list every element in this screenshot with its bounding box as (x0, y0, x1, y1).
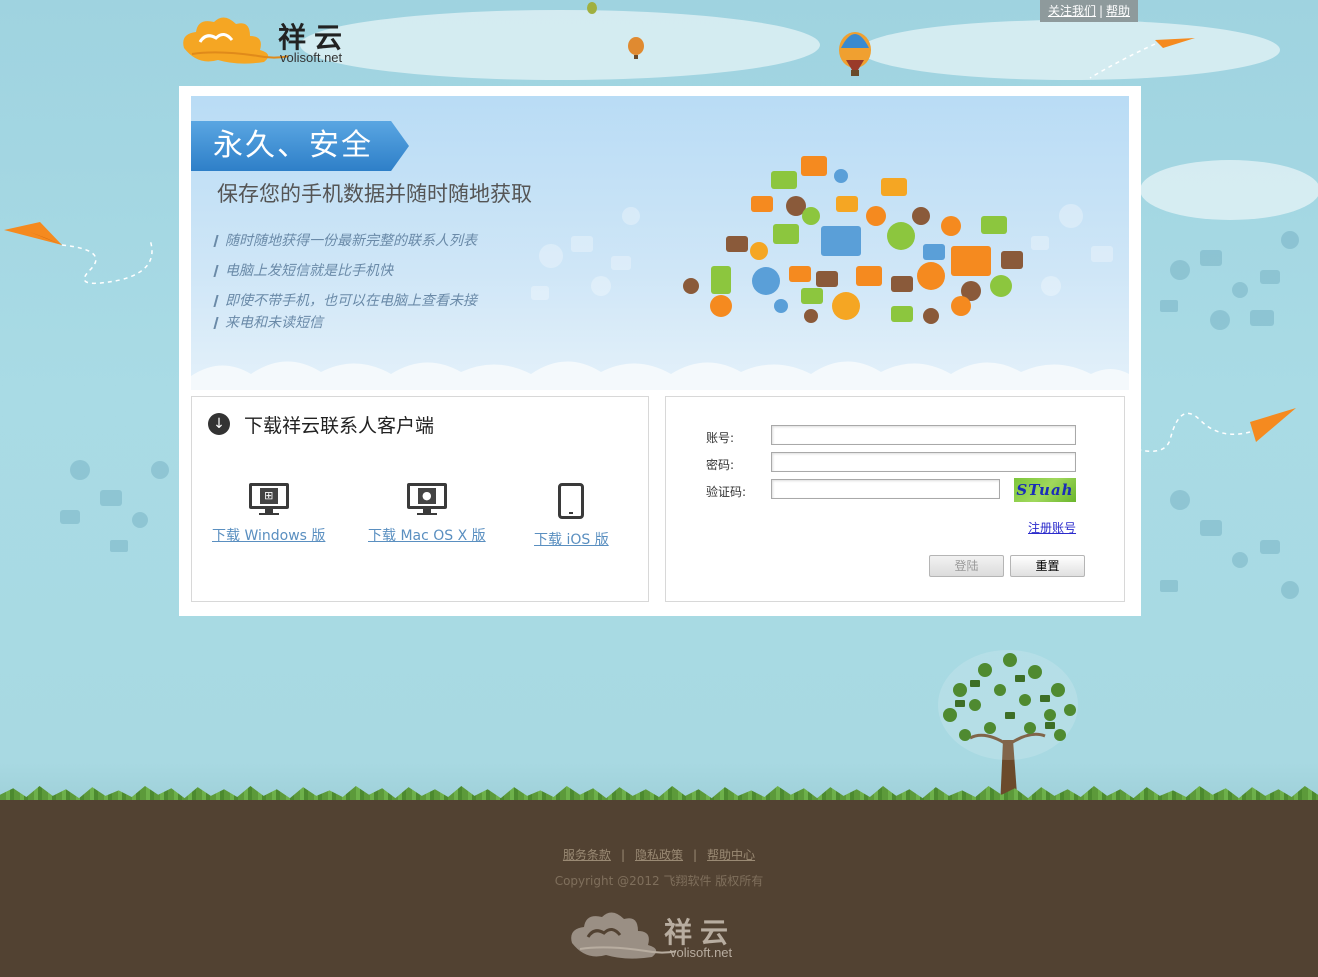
terms-link[interactable]: 服务条款 (563, 848, 611, 862)
social-cloud-illustration (531, 156, 1113, 324)
password-input[interactable] (771, 452, 1076, 472)
download-panel: ↓ 下载祥云联系人客户端 ⊞ 下载 Windows 版 ● 下载 Mac OS … (191, 396, 649, 602)
captcha-label: 验证码: (706, 485, 747, 499)
download-title: 下载祥云联系人客户端 (244, 415, 435, 437)
feature-item-continued: 来电和未读短信 (225, 312, 323, 334)
banner-cloud-edge (191, 361, 1129, 390)
feature-item: 即使不带手机，也可以在电脑上查看未接 (225, 290, 477, 312)
footer-logo: 祥云 volisoft.net (566, 905, 746, 965)
paper-plane-icon (1139, 408, 1296, 452)
feature-item: 随时随地获得一份最新完整的联系人列表 (225, 230, 477, 252)
help-link[interactable]: 帮助 (1106, 4, 1130, 18)
banner-ribbon: 永久、安全 (191, 121, 409, 171)
logo-domain-text: volisoft.net (280, 50, 343, 65)
phone-icon (558, 483, 585, 519)
account-input[interactable] (771, 425, 1076, 445)
separator: | (1098, 4, 1104, 18)
app-icon-cloud (683, 156, 1023, 324)
footer-logo-domain-text: volisoft.net (670, 945, 733, 960)
apple-monitor-icon: ● (406, 483, 447, 515)
top-bar: 关注我们 | 帮助 (1040, 0, 1138, 22)
banner-headline: 保存您的手机数据并随时随地获取 (217, 182, 532, 206)
captcha-image[interactable]: STuah (1014, 478, 1076, 502)
download-icon: ↓ (208, 413, 230, 435)
paper-plane-icon (4, 222, 153, 285)
download-mac-link[interactable]: 下载 Mac OS X 版 (368, 525, 486, 545)
main-panel: 永久、安全 保存您的手机数据并随时随地获取 随时随地获得一份最新完整的联系人列表… (179, 86, 1141, 616)
login-button[interactable]: 登陆 (929, 555, 1004, 577)
login-panel: 账号: 密码: 验证码: STuah 注册账号 登陆 重置 (665, 396, 1125, 602)
reset-button[interactable]: 重置 (1010, 555, 1085, 577)
separator: | (620, 848, 625, 862)
privacy-link[interactable]: 隐私政策 (635, 848, 683, 862)
password-label: 密码: (706, 458, 735, 472)
separator: | (693, 848, 698, 862)
feature-item: 电脑上发短信就是比手机快 (225, 260, 393, 282)
follow-us-link[interactable]: 关注我们 (1048, 4, 1096, 18)
platform-ios: 下载 iOS 版 (534, 483, 609, 549)
tree-illustration (938, 650, 1078, 800)
footer-links: 服务条款 | 隐私政策 | 帮助中心 (0, 846, 1318, 863)
copyright-text: Copyright @2012 飞翔软件 版权所有 (554, 874, 764, 888)
paper-plane-icon (1089, 38, 1195, 79)
register-link[interactable]: 注册账号 (1028, 519, 1076, 536)
account-label: 账号: (706, 431, 735, 445)
promo-banner: 永久、安全 保存您的手机数据并随时随地获取 随时随地获得一份最新完整的联系人列表… (191, 96, 1129, 390)
download-windows-link[interactable]: 下载 Windows 版 (212, 525, 325, 545)
cloud-logo-icon (571, 912, 676, 959)
windows-monitor-icon: ⊞ (248, 483, 289, 515)
help-center-link[interactable]: 帮助中心 (707, 848, 755, 862)
cloud-logo-icon (183, 17, 288, 64)
hot-air-balloon-icon (839, 32, 871, 76)
download-ios-link[interactable]: 下载 iOS 版 (534, 529, 609, 549)
captcha-input[interactable] (771, 479, 1000, 499)
platform-mac: ● 下载 Mac OS X 版 (368, 483, 486, 545)
platform-windows: ⊞ 下载 Windows 版 (212, 483, 325, 545)
site-logo[interactable]: 祥云 volisoft.net (178, 10, 358, 70)
hot-air-balloon-icon (587, 2, 597, 14)
hot-air-balloon-icon (628, 37, 644, 59)
